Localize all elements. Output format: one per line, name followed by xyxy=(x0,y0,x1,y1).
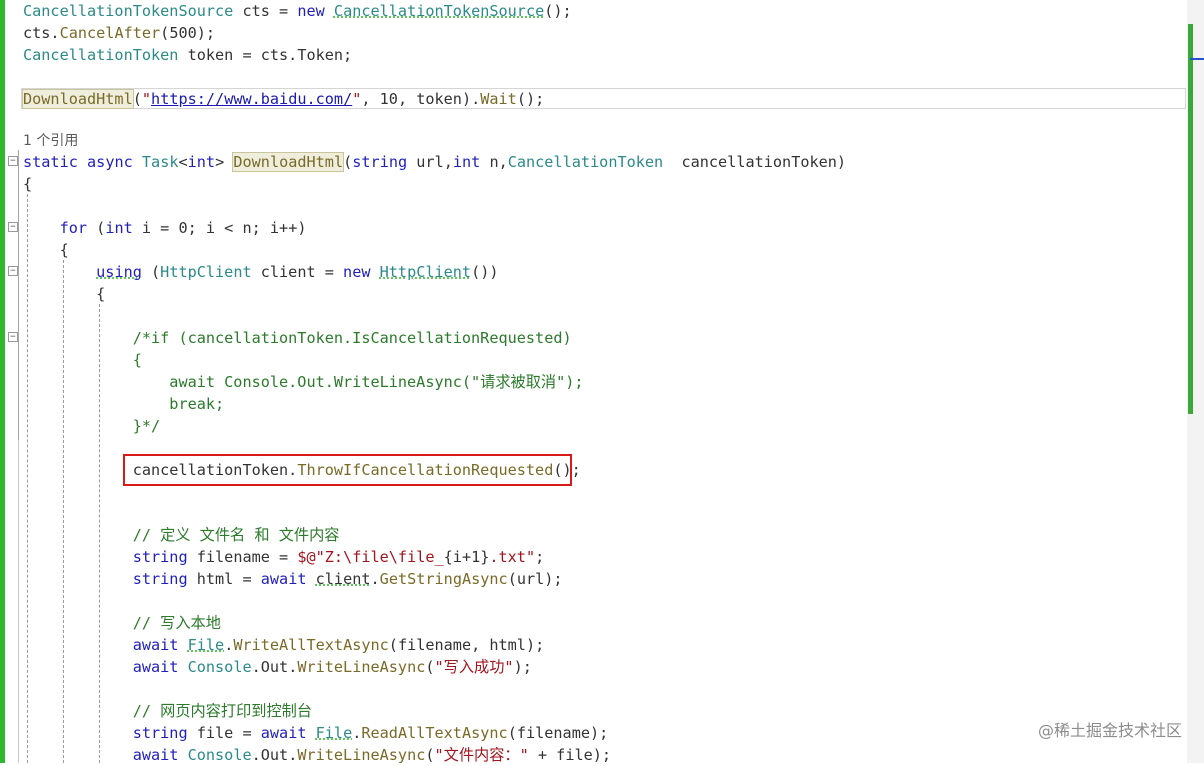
fold-toggle-comment[interactable]: − xyxy=(8,332,18,342)
code-line-25: string file = await File.ReadAllTextAsyn… xyxy=(132,724,609,742)
code-line-15: break; xyxy=(23,395,225,413)
code-line-10: using (HttpClient client = new HttpClien… xyxy=(96,263,499,281)
fold-margin-line-lower xyxy=(18,440,19,763)
reference-count-label[interactable]: 1 个引用 xyxy=(23,130,78,152)
fold-margin-line xyxy=(18,150,19,440)
code-line-3: CancellationToken token = cts.Token; xyxy=(23,46,353,64)
fold-toggle-using[interactable]: − xyxy=(8,266,18,276)
code-line-21: // 写入本地 xyxy=(23,614,221,632)
code-line-19: string filename = $@"Z:\file\file_{i+1}.… xyxy=(132,548,545,566)
fold-toggle-method[interactable]: − xyxy=(8,156,18,166)
watermark-text: @稀土掘金技术社区 xyxy=(1037,721,1182,740)
code-line-6: static async Task<int> DownloadHtml(stri… xyxy=(23,152,847,172)
code-line-9: { xyxy=(23,241,69,259)
code-line-4: DownloadHtml("https://www.baidu.com/", 1… xyxy=(22,89,545,109)
code-line-16: }*/ xyxy=(23,417,161,435)
code-line-24: // 网页内容打印到控制台 xyxy=(23,702,313,720)
code-line-11: { xyxy=(23,285,106,303)
code-line-17-highlighted: cancellationToken.ThrowIfCancellationReq… xyxy=(23,461,581,479)
code-line-8: for (int i = 0; i < n; i++) xyxy=(59,219,307,237)
code-line-1: CancellationTokenSource cts = new Cancel… xyxy=(23,2,572,20)
code-editor[interactable]: CancellationTokenSource cts = new Cancel… xyxy=(22,0,846,764)
code-line-13: { xyxy=(23,351,142,369)
code-line-22: await File.WriteAllTextAsync(filename, h… xyxy=(132,636,545,654)
code-line-2: cts.CancelAfter(500); xyxy=(23,24,216,42)
change-indicator-bar xyxy=(0,0,5,763)
scrollbar-caret-marker xyxy=(1190,58,1204,60)
code-line-7: { xyxy=(23,175,33,193)
scrollbar-thumb[interactable] xyxy=(1188,24,1193,414)
code-line-14: await Console.Out.WriteLineAsync("请求被取消"… xyxy=(23,373,584,391)
code-line-20: string html = await client.GetStringAsyn… xyxy=(132,570,563,588)
code-line-12: /*if (cancellationToken.IsCancellationRe… xyxy=(23,329,572,347)
code-line-18: // 定义 文件名 和 文件内容 xyxy=(23,526,340,544)
fold-toggle-for[interactable]: − xyxy=(8,222,18,232)
code-line-23: await Console.Out.WriteLineAsync("写入成功")… xyxy=(132,658,532,676)
